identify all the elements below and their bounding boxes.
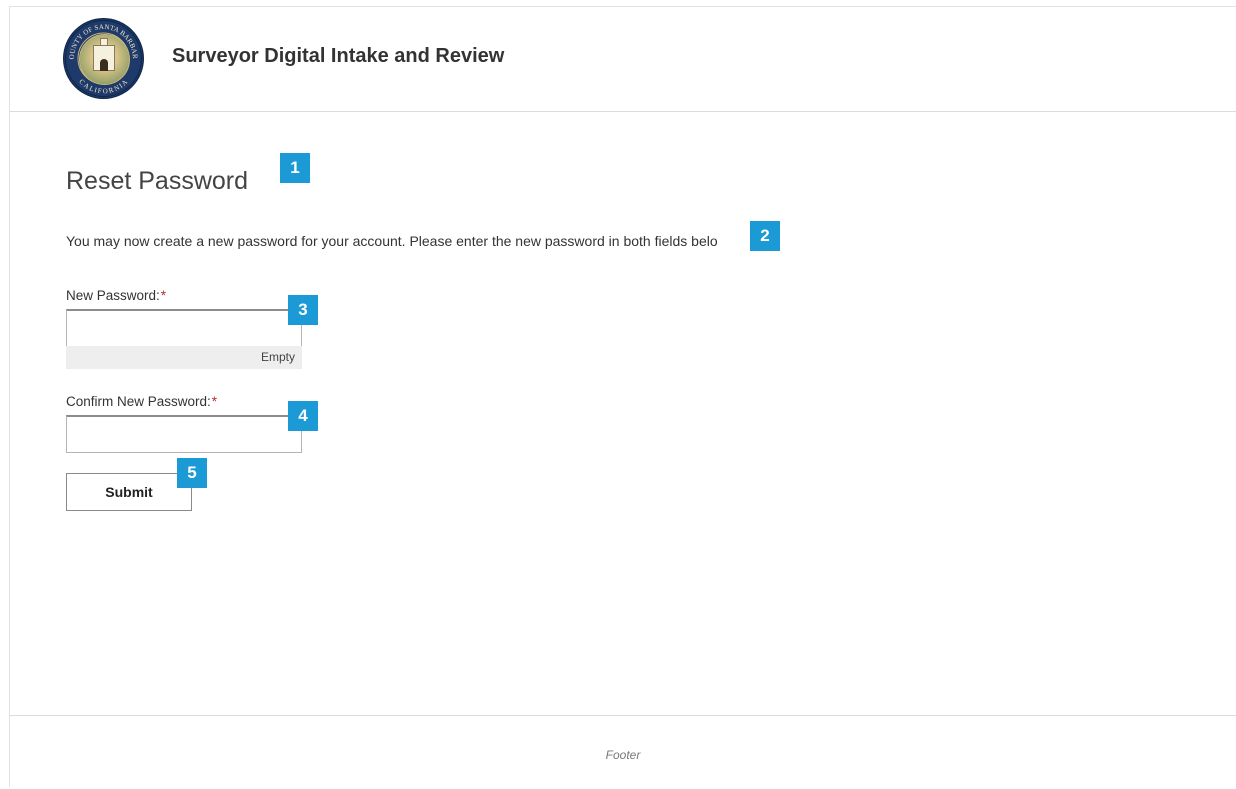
page-frame: COUNTY OF SANTA BARBARA CALIFORNIA Surve… <box>9 6 1236 789</box>
seal-building-icon <box>93 38 115 71</box>
site-footer: Footer <box>10 715 1236 789</box>
password-strength-meter: Empty <box>66 346 302 369</box>
county-seal-logo[interactable]: COUNTY OF SANTA BARBARA CALIFORNIA <box>64 19 143 98</box>
intro-text: You may now create a new password for yo… <box>66 233 718 249</box>
annotation-badge-4: 4 <box>288 401 318 431</box>
required-marker: * <box>211 394 218 409</box>
required-marker: * <box>160 288 167 303</box>
new-password-label: New Password:* <box>66 288 166 303</box>
site-header: COUNTY OF SANTA BARBARA CALIFORNIA Surve… <box>10 7 1236 112</box>
page-title: Reset Password <box>66 167 249 195</box>
site-title[interactable]: Surveyor Digital Intake and Review <box>172 45 504 68</box>
annotation-badge-3: 3 <box>288 295 318 325</box>
seal-center-image <box>79 34 130 85</box>
annotation-badge-5: 5 <box>177 458 207 488</box>
new-password-input[interactable] <box>66 309 302 347</box>
confirm-password-label-text: Confirm New Password: <box>66 394 211 409</box>
new-password-label-text: New Password: <box>66 288 160 303</box>
password-strength-text: Empty <box>260 350 295 364</box>
submit-button[interactable]: Submit <box>66 473 192 511</box>
footer-text: Footer <box>605 748 641 762</box>
confirm-password-label: Confirm New Password:* <box>66 394 217 409</box>
annotation-badge-1: 1 <box>280 153 310 183</box>
confirm-password-input[interactable] <box>66 415 302 453</box>
annotation-badge-2: 2 <box>750 221 780 251</box>
